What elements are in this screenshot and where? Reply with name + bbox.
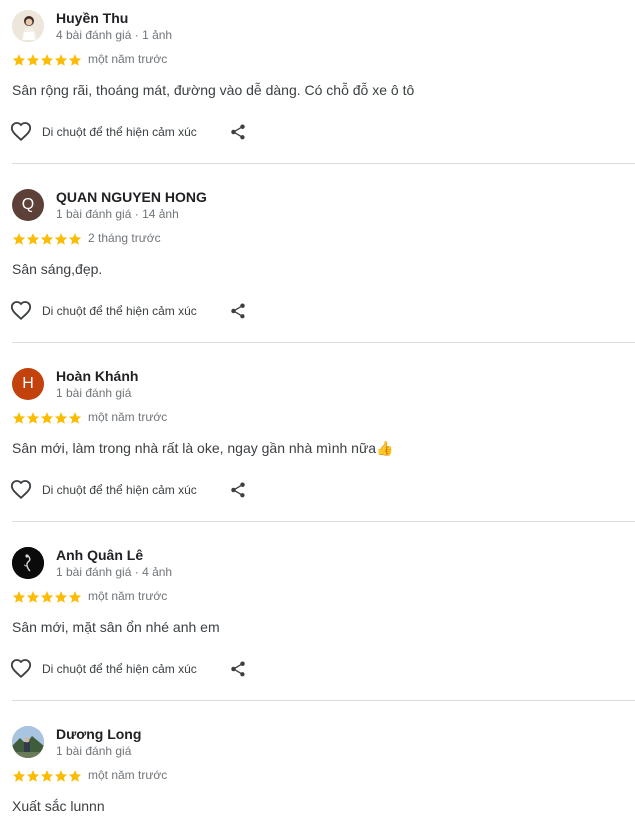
share-icon — [231, 482, 245, 498]
share-icon — [231, 303, 245, 319]
reviewer-meta: 1 bài đánh giá — [56, 744, 132, 758]
divider — [12, 521, 635, 522]
star-icon — [40, 591, 54, 603]
star-icon — [40, 54, 54, 66]
star-icon — [54, 770, 68, 782]
star-icon — [40, 412, 54, 424]
star-icon — [12, 591, 26, 603]
share-icon — [231, 661, 245, 677]
reviewer-name[interactable]: Hoàn Khánh — [56, 368, 138, 384]
review-time: một năm trước — [88, 589, 168, 603]
photo-avatar-landscape-icon — [12, 726, 44, 758]
photo-avatar-icon — [12, 10, 44, 42]
share-button[interactable] — [226, 120, 250, 144]
star-icon — [68, 233, 82, 245]
rating-stars — [12, 769, 82, 783]
share-icon — [231, 124, 245, 140]
reviewer-avatar[interactable] — [12, 547, 44, 579]
rating-stars — [12, 411, 82, 425]
reviewer-name[interactable]: QUAN NGUYEN HONG — [56, 189, 207, 205]
star-icon — [68, 412, 82, 424]
review-card: Huyền Thu 4 bài đánh giá · 1 ảnh một năm… — [0, 0, 635, 179]
star-icon — [54, 54, 68, 66]
review-time: một năm trước — [88, 768, 168, 782]
star-icon — [68, 591, 82, 603]
reviewer-name[interactable]: Anh Quân Lê — [56, 547, 143, 563]
star-icon — [26, 54, 40, 66]
react-button[interactable]: Di chuột để thể hiện cảm xúc — [10, 478, 197, 502]
star-icon — [12, 770, 26, 782]
reviewer-name[interactable]: Huyền Thu — [56, 10, 128, 26]
review-text: Sân rộng rãi, thoáng mát, đường vào dễ d… — [12, 82, 415, 98]
star-icon — [26, 412, 40, 424]
star-icon — [12, 412, 26, 424]
react-button[interactable]: Di chuột để thể hiện cảm xúc — [10, 120, 197, 144]
share-button[interactable] — [226, 478, 250, 502]
avatar-letter: H — [22, 375, 34, 392]
review-text: Xuất sắc lunnn — [12, 798, 105, 814]
divider — [12, 700, 635, 701]
star-icon — [68, 54, 82, 66]
star-icon — [26, 591, 40, 603]
review-card: Dương Long 1 bài đánh giá một năm trước … — [0, 716, 635, 819]
reviewer-meta: 1 bài đánh giá — [56, 386, 132, 400]
divider — [12, 163, 635, 164]
review-text: Sân mới, làm trong nhà rất là oke, ngay … — [12, 440, 394, 456]
review-time: một năm trước — [88, 52, 168, 66]
star-icon — [12, 54, 26, 66]
heart-icon — [10, 301, 32, 321]
reviewer-avatar[interactable]: H — [12, 368, 44, 400]
react-button[interactable]: Di chuột để thể hiện cảm xúc — [10, 657, 197, 681]
reviewer-name[interactable]: Dương Long — [56, 726, 141, 742]
review-card: Q QUAN NGUYEN HONG 1 bài đánh giá · 14 ả… — [0, 179, 635, 358]
reviewer-avatar[interactable] — [12, 10, 44, 42]
reviewer-meta: 4 bài đánh giá · 1 ảnh — [56, 28, 173, 42]
heart-icon — [10, 480, 32, 500]
star-icon — [40, 770, 54, 782]
star-icon — [40, 233, 54, 245]
review-text: Sân sáng,đẹp. — [12, 261, 103, 277]
star-icon — [26, 770, 40, 782]
divider — [12, 342, 635, 343]
review-time: một năm trước — [88, 410, 168, 424]
react-button[interactable]: Di chuột để thể hiện cảm xúc — [10, 299, 197, 323]
rating-stars — [12, 590, 82, 604]
share-button[interactable] — [226, 299, 250, 323]
rating-stars — [12, 53, 82, 67]
reviewer-avatar[interactable]: Q — [12, 189, 44, 221]
rating-stars — [12, 232, 82, 246]
star-icon — [54, 412, 68, 424]
star-icon — [26, 233, 40, 245]
review-card: H Hoàn Khánh 1 bài đánh giá một năm trướ… — [0, 358, 635, 537]
heart-icon — [10, 122, 32, 142]
review-card: Anh Quân Lê 1 bài đánh giá · 4 ảnh một n… — [0, 537, 635, 716]
avatar-letter: Q — [21, 196, 35, 213]
react-label: Di chuột để thể hiện cảm xúc — [42, 483, 197, 497]
share-button[interactable] — [226, 657, 250, 681]
react-label: Di chuột để thể hiện cảm xúc — [42, 304, 197, 318]
review-time: 2 tháng trước — [88, 231, 161, 245]
star-icon — [54, 591, 68, 603]
reviewer-avatar[interactable] — [12, 726, 44, 758]
photo-avatar-dark-icon — [12, 547, 44, 579]
reviewer-meta: 1 bài đánh giá · 4 ảnh — [56, 565, 173, 579]
star-icon — [54, 233, 68, 245]
star-icon — [68, 770, 82, 782]
reviewer-meta: 1 bài đánh giá · 14 ảnh — [56, 207, 179, 221]
star-icon — [12, 233, 26, 245]
react-label: Di chuột để thể hiện cảm xúc — [42, 662, 197, 676]
heart-icon — [10, 659, 32, 679]
review-text: Sân mới, mặt sân ổn nhé anh em — [12, 619, 220, 635]
react-label: Di chuột để thể hiện cảm xúc — [42, 125, 197, 139]
